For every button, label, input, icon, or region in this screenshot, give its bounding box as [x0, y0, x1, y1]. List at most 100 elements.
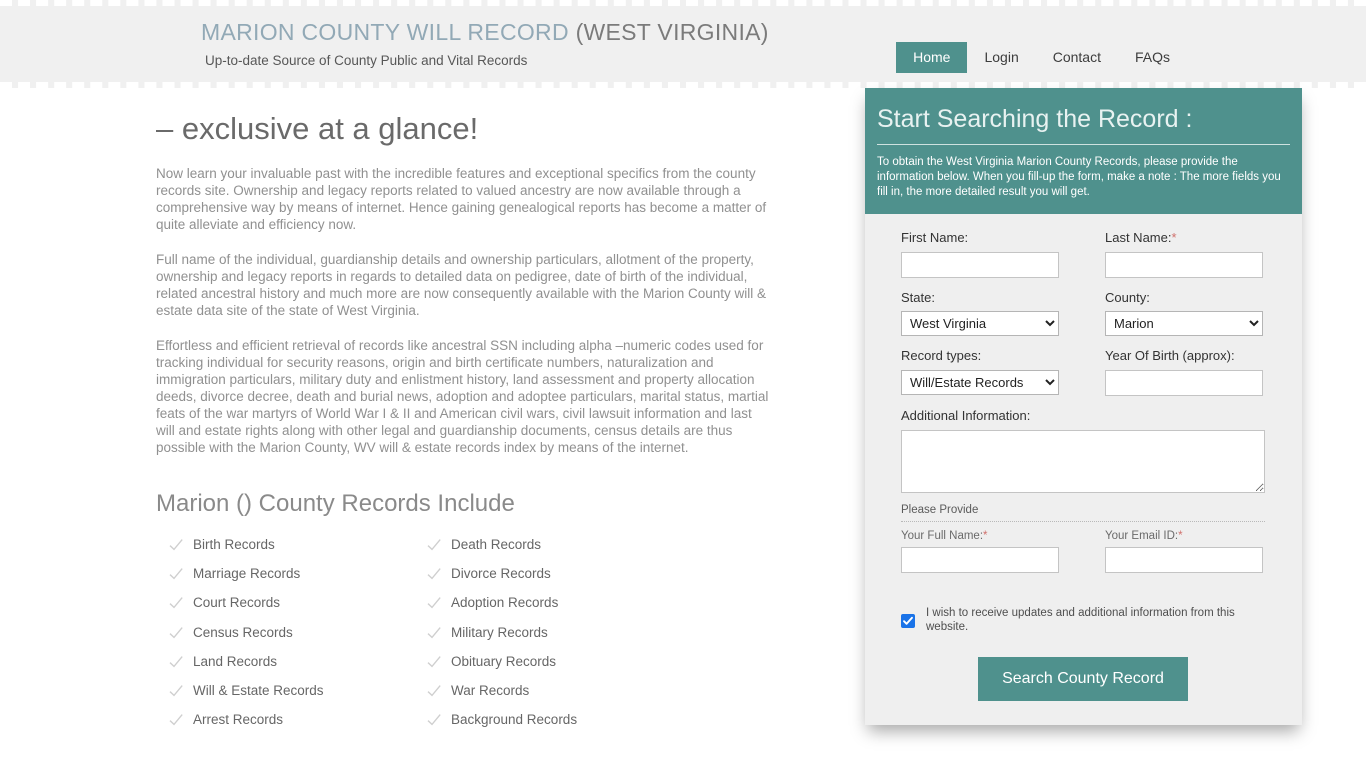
- field-last-name: Last Name:*: [1105, 230, 1263, 278]
- required-asterisk: *: [983, 529, 988, 542]
- your-email-id-label-text: Your Email ID:: [1105, 529, 1179, 542]
- your-full-name-input[interactable]: [901, 547, 1059, 574]
- check-icon: [426, 654, 442, 670]
- check-icon: [426, 537, 442, 553]
- check-icon: [168, 712, 184, 728]
- field-year-of-birth: Year Of Birth (approx):: [1105, 348, 1263, 397]
- site-title: MARION COUNTY WILL RECORD (WEST VIRGINIA…: [201, 19, 769, 47]
- check-icon: [168, 625, 184, 641]
- search-form-intro: To obtain the West Virginia Marion Count…: [877, 156, 1281, 199]
- list-item: Land Records: [168, 654, 426, 670]
- year-of-birth-label: Year Of Birth (approx):: [1105, 348, 1235, 364]
- article-column: – exclusive at a glance! Now learn your …: [156, 110, 776, 728]
- main-nav: Home Login Contact FAQs: [896, 42, 1187, 74]
- list-item: Divorce Records: [426, 566, 684, 582]
- intro-paragraph-2: Full name of the individual, guardianshi…: [156, 252, 767, 319]
- consent-row: I wish to receive updates and additional…: [901, 607, 1265, 635]
- form-row-contact: Your Full Name:* Your Email ID:*: [901, 530, 1265, 574]
- check-icon: [168, 537, 184, 553]
- list-item-label: War Records: [451, 682, 530, 698]
- record-types-label: Record types:: [901, 348, 982, 364]
- records-section-title: Marion () County Records Include: [156, 490, 515, 518]
- consent-label: I wish to receive updates and additional…: [926, 607, 1235, 634]
- last-name-input[interactable]: [1105, 251, 1263, 278]
- intro-paragraph-3: Effortless and efficient retrieval of re…: [156, 338, 769, 456]
- search-form-body: First Name: Last Name:* State: West Virg…: [865, 214, 1302, 724]
- list-item-label: Background Records: [451, 712, 578, 728]
- list-item-label: Will & Estate Records: [193, 682, 324, 698]
- check-icon: [426, 595, 442, 611]
- county-label: County:: [1105, 289, 1150, 305]
- search-form-panel: Start Searching the Record : To obtain t…: [865, 88, 1302, 725]
- state-select[interactable]: West Virginia: [901, 311, 1059, 337]
- list-item: Marriage Records: [168, 566, 426, 582]
- your-email-id-label: Your Email ID:*: [1105, 530, 1263, 544]
- form-row-location: State: West Virginia County: Marion: [901, 290, 1265, 337]
- page-title: – exclusive at a glance!: [156, 111, 479, 146]
- list-item: Will & Estate Records: [168, 683, 426, 699]
- check-icon: [168, 595, 184, 611]
- nav-item-faqs[interactable]: FAQs: [1118, 42, 1187, 73]
- field-first-name: First Name:: [901, 230, 1059, 278]
- list-item-label: Military Records: [451, 624, 548, 640]
- page-body: – exclusive at a glance! Now learn your …: [0, 88, 1366, 768]
- list-item-label: Birth Records: [193, 536, 275, 552]
- first-name-input[interactable]: [901, 251, 1059, 278]
- record-types-select[interactable]: Will/Estate Records: [901, 370, 1059, 396]
- required-asterisk: *: [1171, 230, 1177, 246]
- header-inner: MARION COUNTY WILL RECORD (WEST VIRGINIA…: [153, 6, 1213, 82]
- additional-information-label: Additional Information:: [901, 408, 1031, 424]
- list-item: War Records: [426, 683, 684, 699]
- list-item: Adoption Records: [426, 595, 684, 611]
- list-item-label: Death Records: [451, 536, 542, 552]
- additional-information-textarea[interactable]: [901, 429, 1265, 493]
- list-item: Background Records: [426, 712, 684, 728]
- check-icon: [168, 566, 184, 582]
- check-icon: [426, 566, 442, 582]
- list-item-label: Court Records: [193, 595, 281, 611]
- form-row-record-year: Record types: Will/Estate Records Year O…: [901, 348, 1265, 397]
- list-item: Military Records: [426, 625, 684, 641]
- required-asterisk: *: [1178, 529, 1183, 542]
- form-row-names: First Name: Last Name:*: [901, 230, 1265, 278]
- search-county-record-button[interactable]: Search County Record: [978, 657, 1188, 701]
- site-title-main: MARION COUNTY WILL RECORD: [201, 19, 576, 45]
- your-email-id-input[interactable]: [1105, 547, 1263, 574]
- your-full-name-label-text: Your Full Name:: [901, 529, 984, 542]
- nav-item-home[interactable]: Home: [896, 42, 968, 74]
- intro-paragraph-1: Now learn your invaluable past with the …: [156, 166, 767, 233]
- list-item-label: Arrest Records: [193, 712, 284, 728]
- consent-checkbox[interactable]: [901, 614, 915, 629]
- last-name-label-text: Last Name:: [1105, 230, 1172, 246]
- list-item-label: Census Records: [193, 624, 293, 640]
- check-icon: [426, 625, 442, 641]
- submit-row: Search County Record: [901, 657, 1265, 711]
- nav-item-contact[interactable]: Contact: [1036, 42, 1118, 73]
- list-item-label: Adoption Records: [451, 595, 559, 611]
- field-your-email-id: Your Email ID:*: [1105, 530, 1263, 574]
- check-icon: [426, 683, 442, 699]
- list-item: Court Records: [168, 595, 426, 611]
- site-tagline: Up-to-date Source of County Public and V…: [205, 52, 528, 68]
- list-item: Obituary Records: [426, 654, 684, 670]
- your-full-name-label: Your Full Name:*: [901, 530, 1059, 544]
- list-item-label: Divorce Records: [451, 566, 551, 582]
- list-item: Arrest Records: [168, 712, 426, 728]
- field-additional-information: Additional Information:: [901, 408, 1265, 498]
- list-item-label: Obituary Records: [451, 653, 557, 669]
- list-item-label: Land Records: [193, 653, 278, 669]
- search-form-header: Start Searching the Record : To obtain t…: [865, 88, 1302, 215]
- first-name-label: First Name:: [901, 230, 969, 246]
- list-item: Death Records: [426, 537, 684, 553]
- site-header: MARION COUNTY WILL RECORD (WEST VIRGINIA…: [0, 0, 1366, 88]
- county-select[interactable]: Marion: [1105, 311, 1263, 337]
- site-title-state: (WEST VIRGINIA): [575, 19, 769, 45]
- field-your-full-name: Your Full Name:*: [901, 530, 1059, 574]
- year-of-birth-input[interactable]: [1105, 370, 1263, 397]
- nav-item-login[interactable]: Login: [967, 42, 1035, 73]
- list-item: Birth Records: [168, 537, 426, 553]
- check-icon: [426, 712, 442, 728]
- list-item-label: Marriage Records: [193, 566, 301, 582]
- check-icon: [168, 654, 184, 670]
- list-item: Census Records: [168, 625, 426, 641]
